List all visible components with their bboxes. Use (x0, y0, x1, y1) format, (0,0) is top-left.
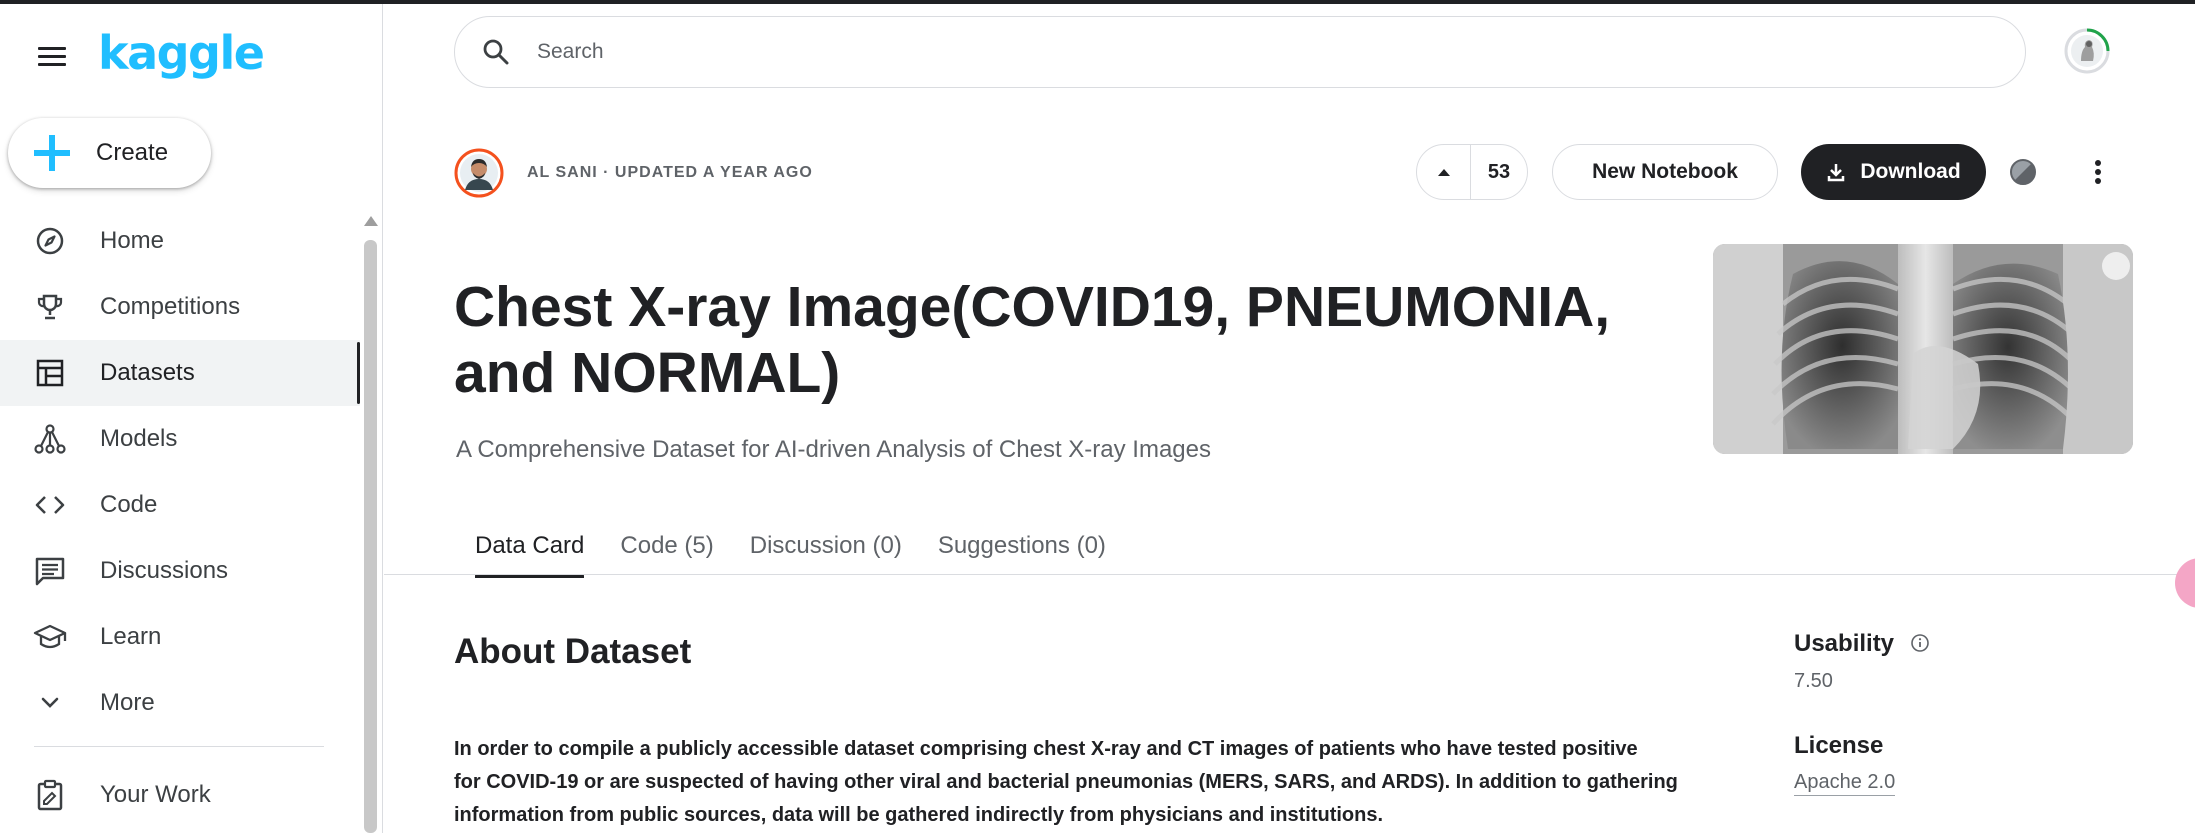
search-icon (455, 37, 537, 67)
usability-label: Usability (1794, 630, 1895, 657)
sidebar-divider (34, 746, 324, 747)
usability-value: 7.50 (1794, 670, 1833, 692)
sidebar-item-label: Datasets (100, 359, 195, 386)
vote-count: 53 (1487, 160, 1511, 183)
compass-icon (0, 225, 100, 257)
table-icon (0, 357, 100, 389)
models-icon (0, 422, 100, 456)
sidebar-item-models[interactable]: Models (0, 406, 360, 472)
create-button[interactable]: Create (8, 118, 211, 188)
about-text-line: information from public sources, data wi… (454, 804, 1384, 826)
code-icon (0, 489, 100, 521)
sidebar-item-your-work[interactable]: Your Work (0, 762, 360, 828)
scroll-up-arrow[interactable] (364, 216, 378, 226)
sidebar-item-label: Models (100, 425, 178, 452)
sidebar-item-datasets[interactable]: Datasets (0, 340, 360, 406)
menu-icon[interactable] (36, 42, 68, 74)
more-options-icon[interactable] (2083, 155, 2113, 189)
create-label: Create (96, 139, 169, 166)
sidebar-scrollbar[interactable] (364, 240, 377, 833)
floating-feedback-button[interactable] (2175, 558, 2195, 608)
sidebar-item-label: Code (100, 491, 158, 518)
license-link[interactable]: Apache 2.0 (1794, 771, 1896, 796)
sidebar-item-discussions[interactable]: Discussions (0, 538, 360, 604)
caret-up-icon (1437, 169, 1450, 176)
kaggle-logo[interactable]: kaggle (98, 26, 265, 80)
sidebar-item-label: Your Work (100, 781, 211, 808)
sidebar-item-more[interactable]: More (0, 670, 360, 736)
about-description: In order to compile a publicly accessibl… (454, 733, 1764, 832)
tab-data-card[interactable]: Data Card (457, 518, 602, 578)
sidebar-item-home[interactable]: Home (0, 208, 360, 274)
upvote-control: 53 (1416, 144, 1528, 200)
dataset-title: Chest X-ray Image(COVID19, PNEUMONIA, an… (454, 275, 1611, 405)
sidebar-item-label: Discussions (100, 557, 229, 584)
search-bar[interactable]: Search (454, 16, 2026, 88)
sidebar-item-label: Learn (100, 623, 162, 650)
sidebar-item-label: Home (100, 227, 165, 254)
new-notebook-button[interactable]: New Notebook (1552, 144, 1778, 200)
dataset-tabs: Data Card Code (5) Discussion (0) Sugges… (457, 518, 1124, 578)
tabs-divider (384, 574, 2195, 575)
trophy-icon (0, 291, 100, 323)
dataset-subtitle: A Comprehensive Dataset for AI-driven An… (456, 436, 1212, 463)
dataset-cover-image (1713, 244, 2133, 454)
clipboard-icon (0, 779, 100, 811)
upvote-button[interactable] (1417, 145, 1471, 199)
tab-suggestions[interactable]: Suggestions (0) (920, 518, 1124, 574)
download-button[interactable]: Download (1801, 144, 1986, 200)
about-text-line: for COVID-19 or are suspected of having … (454, 771, 1678, 793)
sidebar-item-label: More (100, 689, 155, 716)
plus-icon (8, 133, 96, 173)
search-input[interactable]: Search (537, 40, 604, 64)
about-heading: About Dataset (454, 632, 692, 671)
sidebar-item-code[interactable]: Code (0, 472, 360, 538)
user-avatar[interactable] (2063, 27, 2111, 75)
author-updated-line: AL SANI · UPDATED A YEAR AGO (527, 164, 813, 181)
contrast-icon[interactable] (2008, 157, 2038, 187)
school-icon (0, 621, 100, 653)
tab-code[interactable]: Code (5) (602, 518, 731, 574)
comment-icon (0, 555, 100, 587)
download-icon (1826, 162, 1846, 182)
sidebar-item-learn[interactable]: Learn (0, 604, 360, 670)
sidebar-nav: Home Competitions Datasets Models Code D… (0, 208, 360, 736)
info-icon[interactable] (1910, 633, 1930, 653)
sidebar: kaggle Create Home Competitions Datasets (0, 4, 383, 833)
about-text-line: In order to compile a publicly accessibl… (454, 738, 1638, 760)
license-label: License (1794, 732, 1884, 759)
download-label: Download (1860, 160, 1961, 183)
author-avatar[interactable] (454, 148, 504, 198)
sidebar-item-label: Competitions (100, 293, 241, 320)
chevron-down-icon (0, 690, 100, 716)
tab-discussion[interactable]: Discussion (0) (732, 518, 920, 574)
sidebar-item-competitions[interactable]: Competitions (0, 274, 360, 340)
